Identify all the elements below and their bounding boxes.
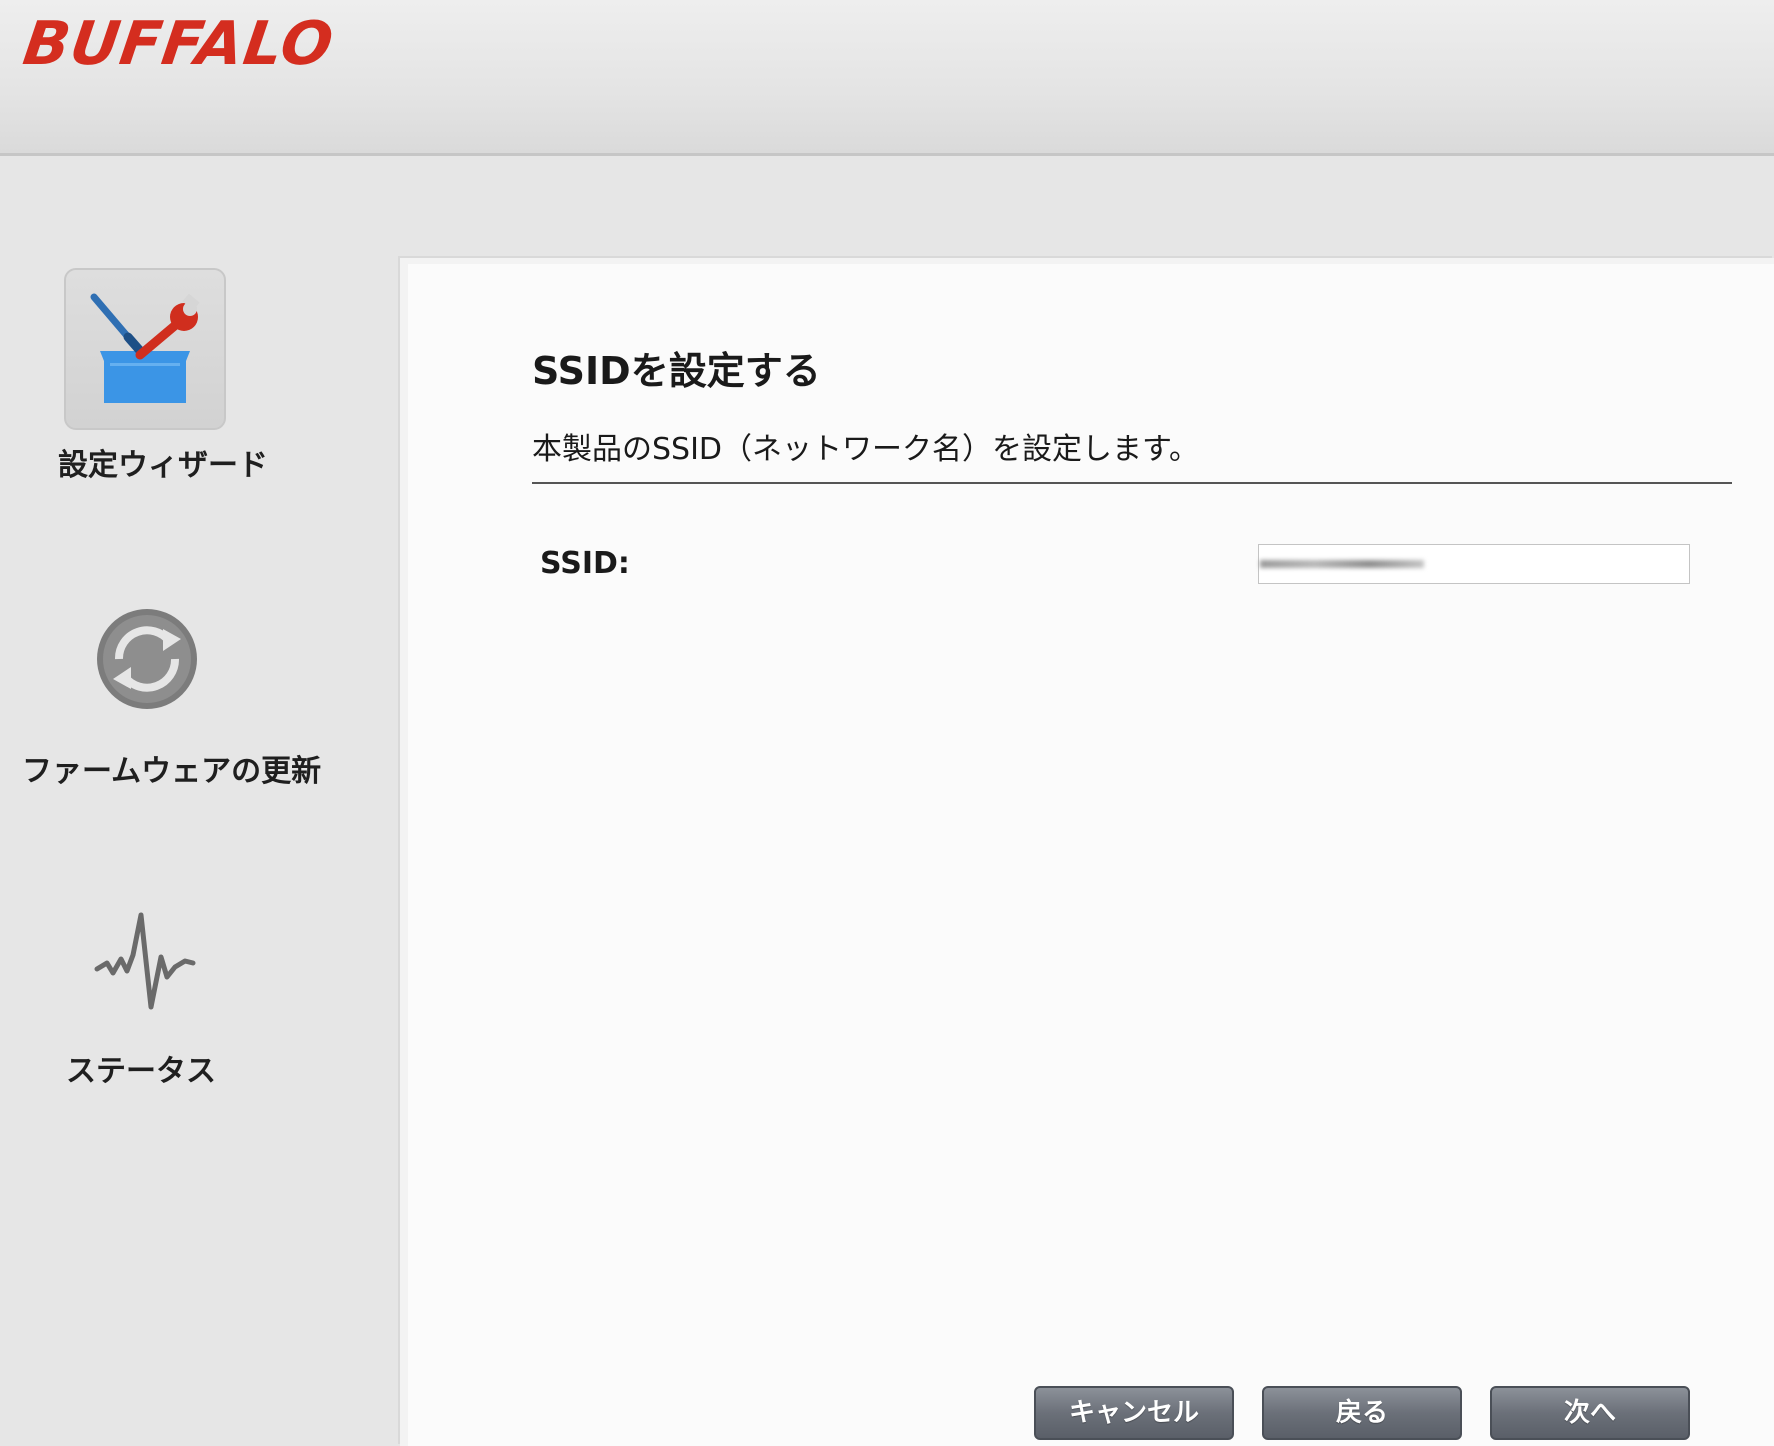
- sidebar-item-status[interactable]: ステータス: [0, 906, 300, 1090]
- sidebar-item-label: ステータス: [66, 1054, 216, 1089]
- page-description: 本製品のSSID（ネットワーク名）を設定します。: [532, 432, 1200, 467]
- main-panel: SSIDを設定する 本製品のSSID（ネットワーク名）を設定します。 SSID:: [400, 258, 1774, 1446]
- sidebar-item-label: 設定ウィザード: [58, 448, 268, 483]
- page-title: SSIDを設定する: [532, 349, 821, 393]
- header: BUFFALO: [0, 0, 1774, 156]
- sidebar-item-firmware-update[interactable]: ファームウェアの更新: [0, 604, 322, 790]
- ssid-label: SSID:: [540, 546, 630, 581]
- cancel-button[interactable]: キャンセル: [1034, 1386, 1234, 1440]
- ssid-input[interactable]: [1258, 544, 1690, 584]
- back-button[interactable]: 戻る: [1262, 1386, 1462, 1440]
- buffalo-logo[interactable]: BUFFALO: [19, 9, 338, 79]
- divider: [532, 482, 1732, 484]
- next-button[interactable]: 次へ: [1490, 1386, 1690, 1440]
- toolbox-icon: [64, 268, 226, 430]
- sidebar-item-setup-wizard[interactable]: 設定ウィザード: [0, 268, 300, 484]
- sidebar-item-label: ファームウェアの更新: [22, 754, 322, 789]
- refresh-icon: [92, 604, 202, 714]
- pulse-icon: [88, 906, 208, 1026]
